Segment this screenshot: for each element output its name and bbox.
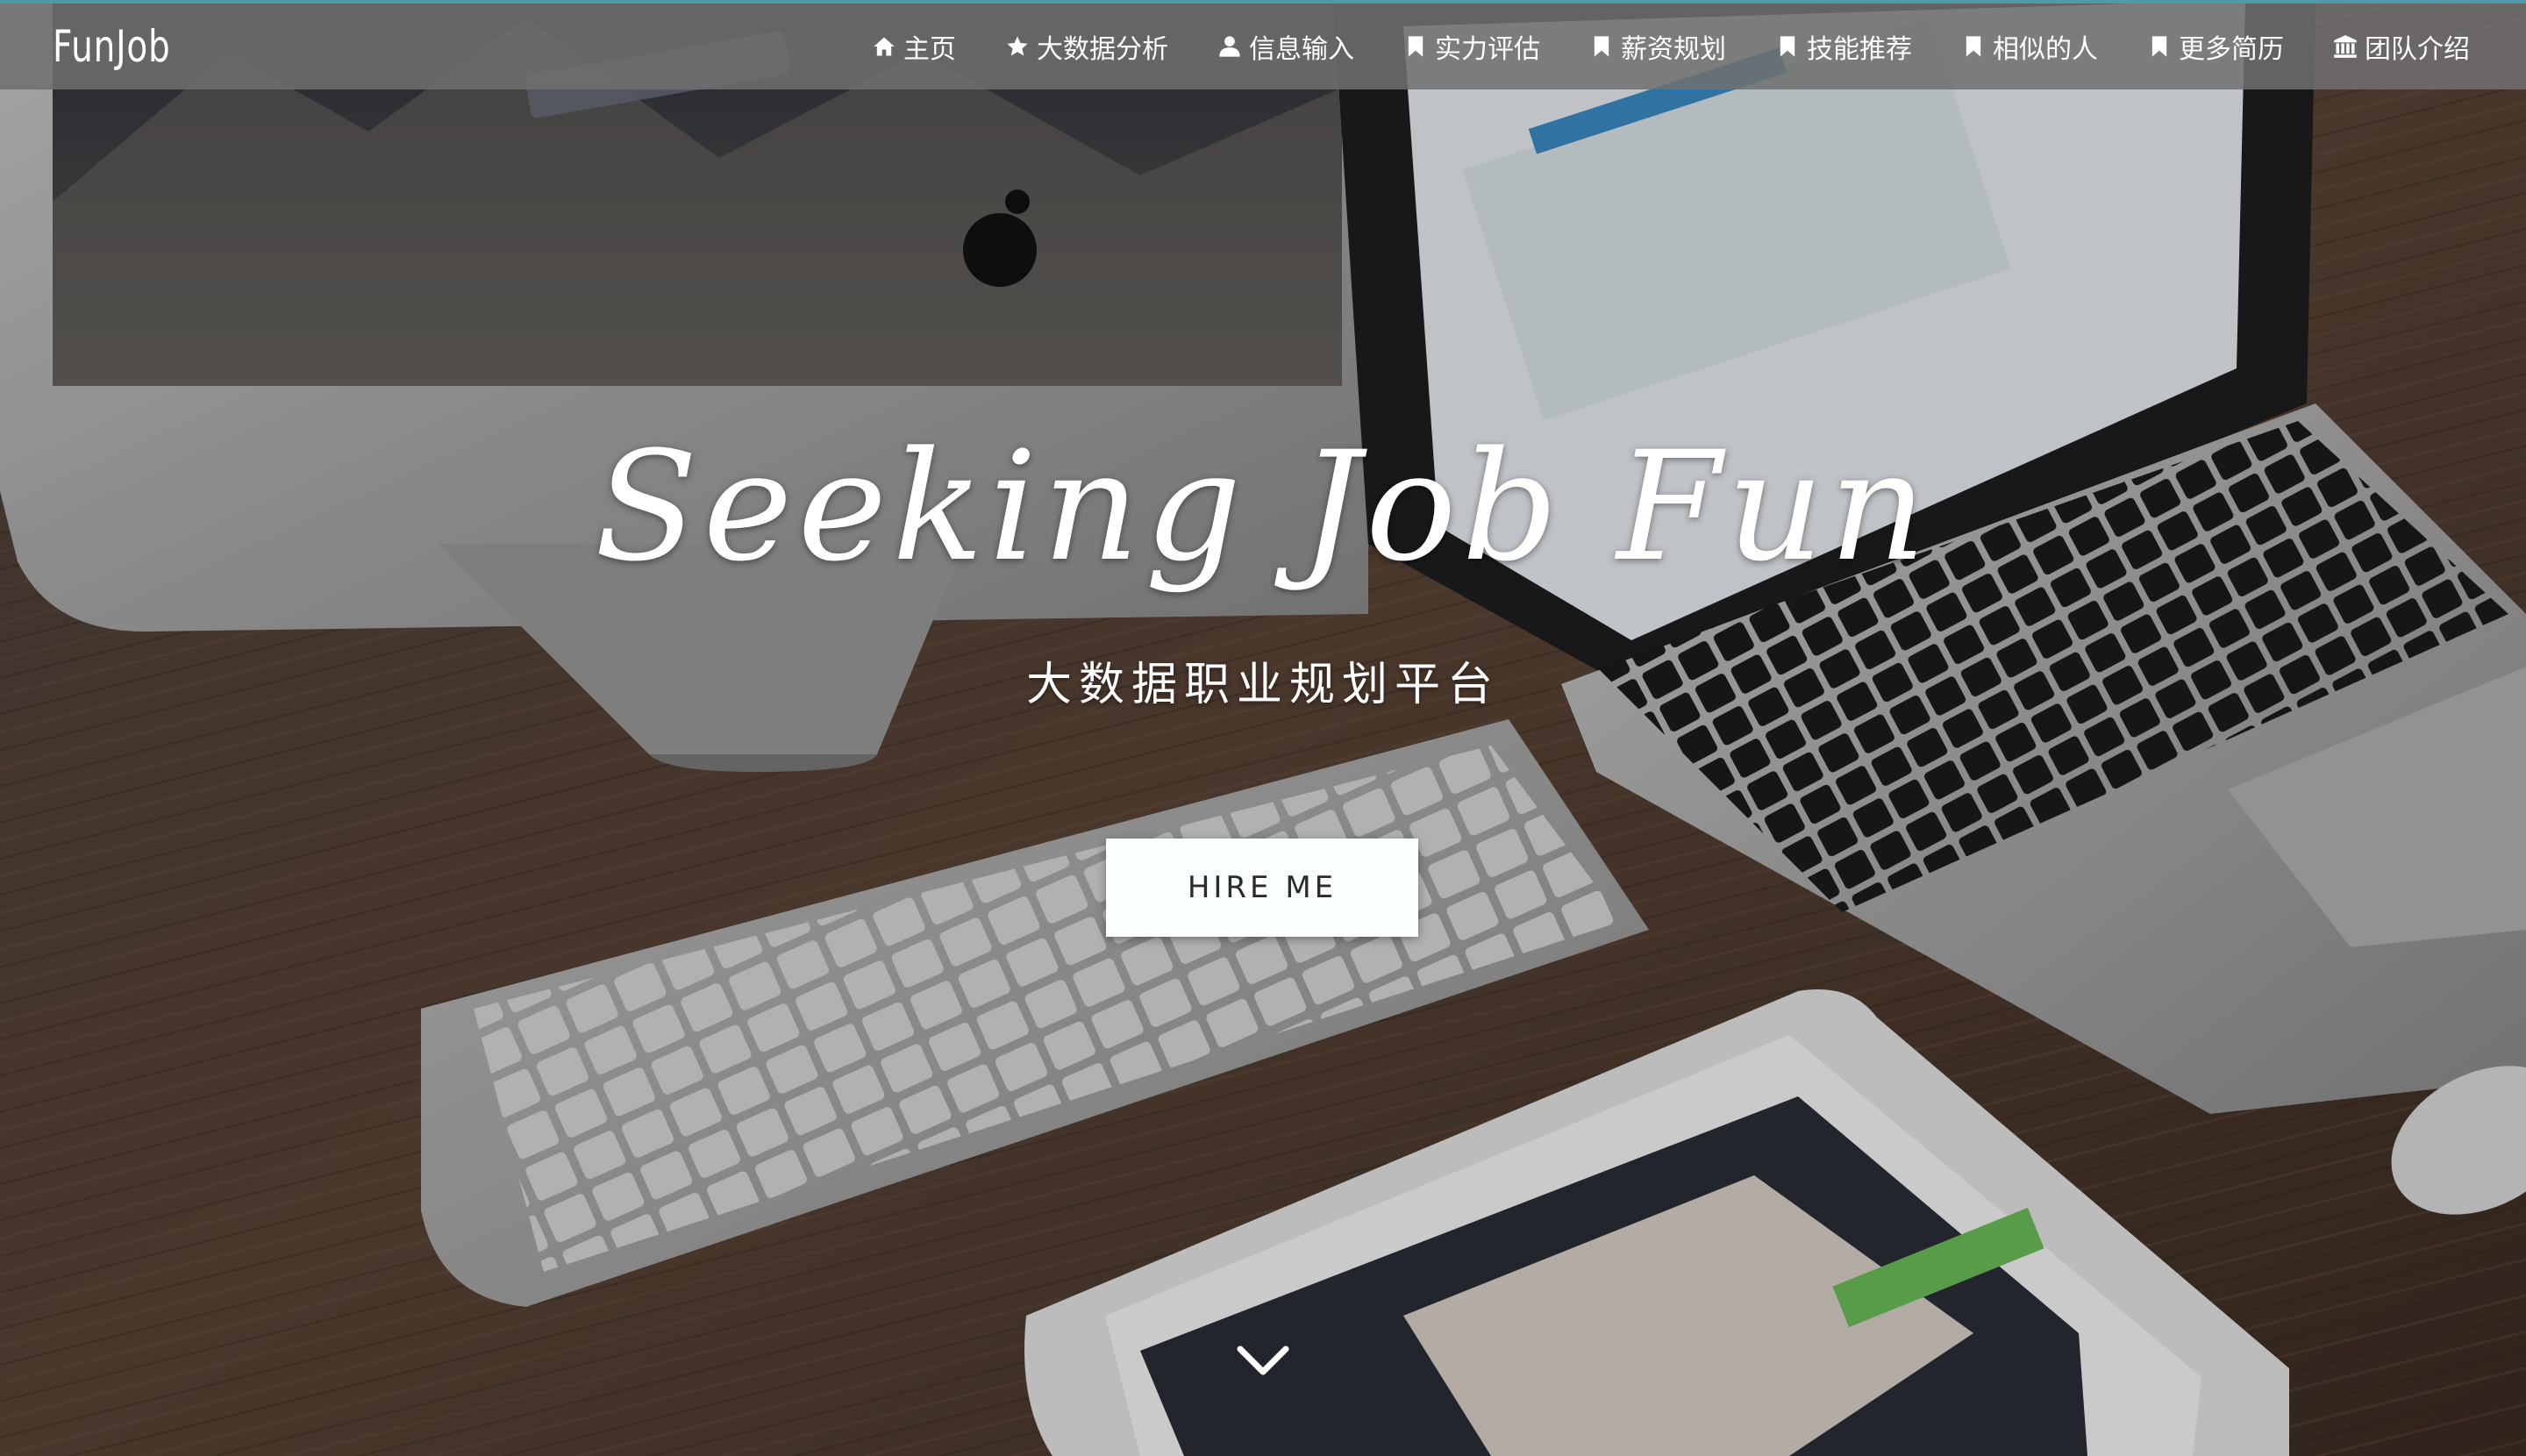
- nav-item-label: 大数据分析: [1037, 34, 1168, 65]
- bookmark-icon: [1961, 34, 1986, 59]
- home-icon: [872, 34, 896, 59]
- nav-item-ability-assessment[interactable]: 实力评估: [1403, 27, 1540, 66]
- chevron-down-icon[interactable]: [1235, 1342, 1291, 1381]
- nav-item-label: 相似的人: [1993, 34, 2098, 65]
- nav-item-more-resumes[interactable]: 更多简历: [2147, 27, 2284, 66]
- star-icon: [1005, 34, 1030, 59]
- bookmark-icon: [1589, 34, 1614, 59]
- nav-item-info-input[interactable]: 信息输入: [1217, 27, 1354, 66]
- main-nav: 主页 大数据分析 信息输入 实力评估 薪资规划 技能推荐 相似的人 更多简历 团…: [872, 4, 2526, 89]
- landing-page: FunJob 主页 大数据分析 信息输入 实力评估 薪资规划 技能推荐 相似的人…: [0, 0, 2526, 1456]
- nav-item-big-data-analysis[interactable]: 大数据分析: [1005, 27, 1168, 66]
- nav-item-skill-recommendation[interactable]: 技能推荐: [1775, 27, 1912, 66]
- nav-item-label: 实力评估: [1435, 34, 1540, 65]
- bank-icon: [2333, 34, 2358, 59]
- user-icon: [1217, 34, 1242, 59]
- nav-item-team-intro[interactable]: 团队介绍: [2333, 27, 2470, 66]
- top-navbar: FunJob 主页 大数据分析 信息输入 实力评估 薪资规划 技能推荐 相似的人…: [0, 0, 2526, 89]
- hero-title: Seeking Job Fun: [594, 418, 1932, 595]
- hero-subtitle: 大数据职业规划平台: [1025, 659, 1500, 711]
- bookmark-icon: [1775, 34, 1800, 59]
- nav-item-salary-planning[interactable]: 薪资规划: [1589, 27, 1726, 66]
- nav-item-label: 团队介绍: [2365, 34, 2470, 65]
- hire-me-button[interactable]: HIRE ME: [1106, 839, 1418, 937]
- nav-item-label: 技能推荐: [1807, 34, 1912, 65]
- nav-item-similar-people[interactable]: 相似的人: [1961, 27, 2098, 66]
- hero-background-image: [0, 0, 2526, 1456]
- nav-item-label: 信息输入: [1249, 34, 1354, 65]
- bookmark-icon: [1403, 34, 1428, 59]
- nav-item-home[interactable]: 主页: [872, 27, 956, 66]
- nav-item-label: 主页: [903, 34, 956, 65]
- bookmark-icon: [2147, 34, 2172, 59]
- nav-item-label: 更多简历: [2179, 34, 2284, 65]
- brand-logo[interactable]: FunJob: [53, 18, 171, 75]
- nav-item-label: 薪资规划: [1621, 34, 1726, 65]
